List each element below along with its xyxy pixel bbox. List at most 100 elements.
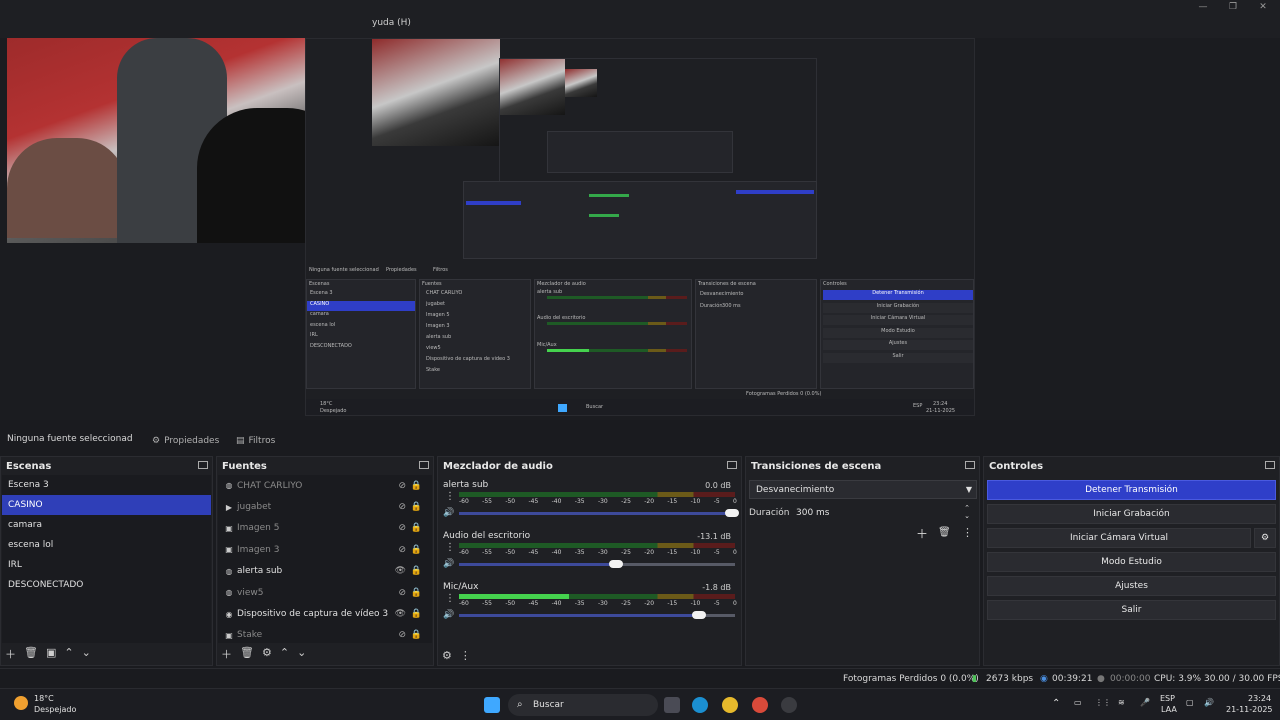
eye-hidden-icon[interactable]: ⊘ [398,545,406,555]
tray-icon[interactable]: ▭ [1074,698,1082,707]
source-item[interactable]: ▶ jugabet ⊘ 🔒 [218,496,432,517]
trash-icon[interactable]: 🗑 [240,646,254,662]
float-icon[interactable] [727,461,737,469]
chevron-up-icon[interactable]: ⌃ [964,504,970,512]
eye-hidden-icon[interactable]: ⊘ [398,630,406,640]
eye-icon[interactable]: 👁 [395,566,406,576]
menu-dots-icon[interactable]: ⋮ [460,649,471,662]
obs-icon[interactable] [781,697,797,713]
start-icon[interactable] [484,697,500,713]
mic-icon[interactable]: 🎤 [1140,698,1150,707]
chrome-profile-icon[interactable] [752,697,768,713]
add-icon[interactable]: ＋ [916,525,928,542]
menu-dots-icon[interactable]: ⋮ [445,593,455,604]
filter-icon[interactable]: ▣ [46,646,56,662]
eye-hidden-icon[interactable]: ⊘ [398,523,406,533]
lock-icon[interactable]: 🔒 [411,523,422,533]
lock-icon[interactable]: 🔒 [411,609,422,619]
close-icon[interactable]: ✕ [1248,2,1278,14]
chevron-up-icon[interactable]: ⌃ [1052,698,1060,709]
wifi-icon[interactable]: ≋ [1118,698,1125,707]
speaker-icon[interactable]: 🔊 [443,610,454,620]
add-icon[interactable]: ＋ [221,646,232,662]
speaker-icon[interactable]: 🔊 [443,508,454,518]
eye-hidden-icon[interactable]: ⊘ [398,588,406,598]
display-icon[interactable]: ▢ [1186,698,1194,707]
duration-spinbox[interactable]: 300 ms ⌃ ⌄ [789,503,977,522]
gear-icon[interactable]: ⚙ [442,649,452,662]
source-item[interactable]: ◍ alerta sub 👁 🔒 [218,561,432,582]
chrome-icon[interactable] [722,697,738,713]
chevron-down-icon[interactable]: ⌄ [82,646,91,662]
scene-item[interactable]: IRL [2,555,211,575]
scene-item[interactable]: escena lol [2,535,211,555]
volume-slider[interactable] [459,560,735,568]
lock-icon[interactable]: 🔒 [411,481,422,491]
speaker-icon[interactable]: 🔊 [443,559,454,569]
volume-slider[interactable] [459,611,735,619]
volume-slider[interactable] [459,509,739,517]
taskbar-search[interactable]: ⌕ Buscar [508,694,658,716]
lang-primary[interactable]: ESP [1160,694,1175,703]
lock-icon[interactable]: 🔒 [411,630,422,640]
chevron-up-icon[interactable]: ⌃ [64,646,73,662]
scene-item[interactable]: CASINO [2,495,211,515]
float-icon[interactable] [198,461,208,469]
gear-icon[interactable]: ⚙ [262,646,272,662]
eye-icon[interactable]: 👁 [395,609,406,619]
slider-knob[interactable] [691,611,706,619]
transition-select[interactable]: Desvanecimiento ▼ [749,480,977,499]
float-icon[interactable] [419,461,429,469]
start-recording-button[interactable]: Iniciar Grabación [987,504,1276,524]
source-item[interactable]: ▣ Imagen 5 ⊘ 🔒 [218,518,432,539]
settings-button[interactable]: Ajustes [987,576,1276,596]
source-item[interactable]: ◍ view5 ⊘ 🔒 [218,582,432,603]
menu-help[interactable]: yuda (H) [372,18,411,28]
stop-streaming-button[interactable]: Detener Transmisión [987,480,1276,500]
program-preview[interactable]: Ninguna fuente seleccionad Propiedades F… [0,38,1280,420]
trash-icon[interactable]: 🗑 [938,527,951,538]
slider-knob[interactable] [725,509,739,517]
slider-knob[interactable] [609,560,624,568]
filters-button[interactable]: ▤ Filtros [230,432,281,449]
eye-hidden-icon[interactable]: ⊘ [398,481,406,491]
exit-button[interactable]: Salir [987,600,1276,620]
start-virtual-camera-button[interactable]: Iniciar Cámara Virtual [987,528,1251,548]
float-icon[interactable] [1265,461,1275,469]
lock-icon[interactable]: 🔒 [411,566,422,576]
virtual-camera-settings-button[interactable]: ⚙ [1254,528,1276,548]
maximize-icon[interactable]: ❐ [1218,2,1248,14]
float-icon[interactable] [965,461,975,469]
menu-dots-icon[interactable]: ⋮ [445,491,455,502]
studio-mode-button[interactable]: Modo Estudio [987,552,1276,572]
chevron-down-icon[interactable]: ⌄ [964,512,970,520]
source-item[interactable]: ◉ Dispositivo de captura de vídeo 3 👁 🔒 [218,603,432,624]
scene-item[interactable]: Escena 3 [2,475,211,495]
properties-button[interactable]: ⚙ Propiedades [146,432,225,449]
source-item[interactable]: ◍ CHAT CARLIYO ⊘ 🔒 [218,475,432,496]
lang-secondary[interactable]: LAA [1161,705,1177,714]
scene-item[interactable]: DESCONECTADO [2,575,211,595]
lock-icon[interactable]: 🔒 [411,545,422,555]
lock-icon[interactable]: 🔒 [411,502,422,512]
clock-date[interactable]: 21-11-2025 [1226,705,1273,714]
menu-dots-icon[interactable]: ⋮ [962,526,973,539]
minimize-icon[interactable]: — [1188,2,1218,14]
edge-icon[interactable] [692,697,708,713]
task-view-icon[interactable] [664,697,680,713]
lock-icon[interactable]: 🔒 [411,588,422,598]
scene-item[interactable]: camara [2,515,211,535]
grid-icon[interactable]: ⋮⋮ [1095,698,1111,707]
eye-hidden-icon[interactable]: ⊘ [398,502,406,512]
trash-icon[interactable]: 🗑 [24,646,38,662]
speaker-icon[interactable]: 🔊 [1204,698,1214,707]
scale-tick: -50 [505,600,516,607]
menu-dots-icon[interactable]: ⋮ [445,542,455,553]
source-item[interactable]: ▣ Imagen 3 ⊘ 🔒 [218,539,432,560]
channel-db: -1.8 dB [702,583,731,592]
chevron-down-icon[interactable]: ⌄ [297,646,306,662]
clock-time[interactable]: 23:24 [1248,694,1271,703]
add-icon[interactable]: ＋ [5,646,16,662]
chevron-up-icon[interactable]: ⌃ [280,646,289,662]
source-item[interactable]: ▣ Stake ⊘ 🔒 [218,625,432,643]
